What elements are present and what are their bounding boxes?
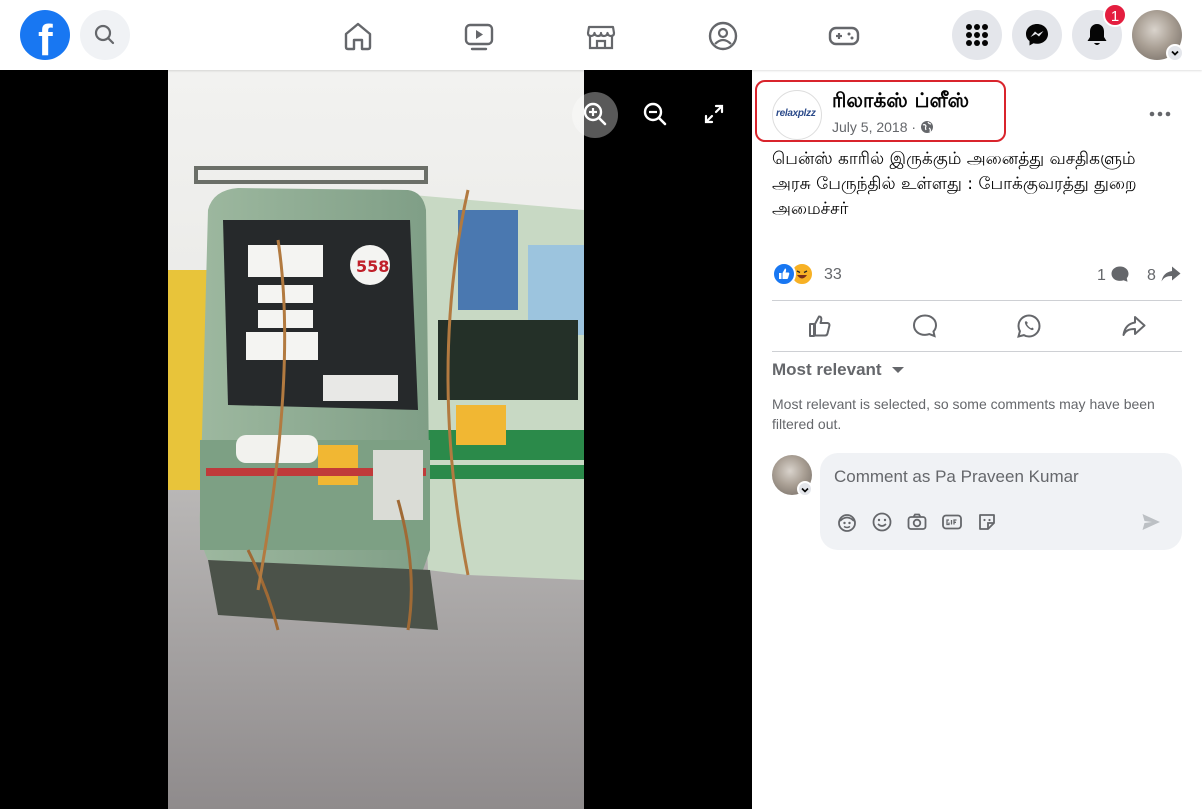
comment-input[interactable] [834,467,1164,487]
comment-bubble-icon [1111,266,1129,282]
avatar-sticker-icon[interactable] [836,511,858,533]
caret-down-icon [892,367,905,373]
menu-button[interactable] [952,10,1002,60]
bus-photo-image: 558 [168,70,584,809]
zoom-in-icon [583,102,607,126]
photo-viewer: 558 [0,70,752,809]
whatsapp-icon[interactable] [1015,312,1043,340]
share-count-text: 8 [1147,267,1156,284]
sticker-icon[interactable] [976,511,998,533]
share-button-icon[interactable] [1120,312,1148,340]
share-count[interactable]: 8 [1147,265,1182,285]
home-icon[interactable] [336,14,380,58]
svg-text:558: 558 [356,257,389,276]
more-horizontal-icon [1149,111,1171,117]
post-options-button[interactable] [1148,104,1172,130]
notification-count-badge: 1 [1103,3,1127,27]
chevron-down-icon [801,487,809,493]
like-reaction-icon [772,262,796,286]
messenger-button[interactable] [1012,10,1062,60]
comment-count-text: 1 [1097,267,1106,284]
send-icon[interactable] [1140,511,1162,533]
sort-note: Most relevant is selected, so some comme… [772,396,1155,432]
sort-label-text: Most relevant [772,360,882,379]
chevron-down-icon [1171,50,1179,56]
top-navigation-bar: f 1 [0,0,1202,70]
highlight-annotation [755,80,1006,142]
search-icon [94,24,115,45]
post-text: பென்ஸ் காரில் இருக்கும் அனைத்து வசதிகளும… [772,149,1137,219]
fullscreen-icon[interactable] [692,92,736,136]
comment-count[interactable]: 1 [1097,265,1130,285]
grid-menu-icon [966,24,988,46]
comment-sort-dropdown[interactable]: Most relevant [772,360,906,380]
comment-button-icon[interactable] [911,312,939,340]
divider [772,351,1182,352]
video-icon[interactable] [457,14,501,58]
logo-letter: f [38,16,53,65]
commenter-switch-button[interactable] [797,481,813,497]
gaming-icon[interactable] [822,14,866,58]
groups-icon[interactable] [701,14,745,58]
gif-icon[interactable] [941,511,963,533]
account-menu-button[interactable] [1166,44,1184,62]
zoom-out-icon[interactable] [633,92,677,136]
emoji-icon[interactable] [871,511,893,533]
comment-composer [820,453,1182,550]
camera-icon[interactable] [906,511,928,533]
search-button[interactable] [80,10,130,60]
post-photo[interactable]: 558 [168,70,584,809]
like-button-icon[interactable] [806,312,834,340]
divider [772,300,1182,301]
facebook-logo-icon[interactable]: f [20,10,70,65]
marketplace-icon[interactable] [579,14,623,58]
reaction-count: 33 [824,266,842,283]
share-arrow-icon [1161,266,1181,282]
messenger-icon [1026,24,1048,46]
